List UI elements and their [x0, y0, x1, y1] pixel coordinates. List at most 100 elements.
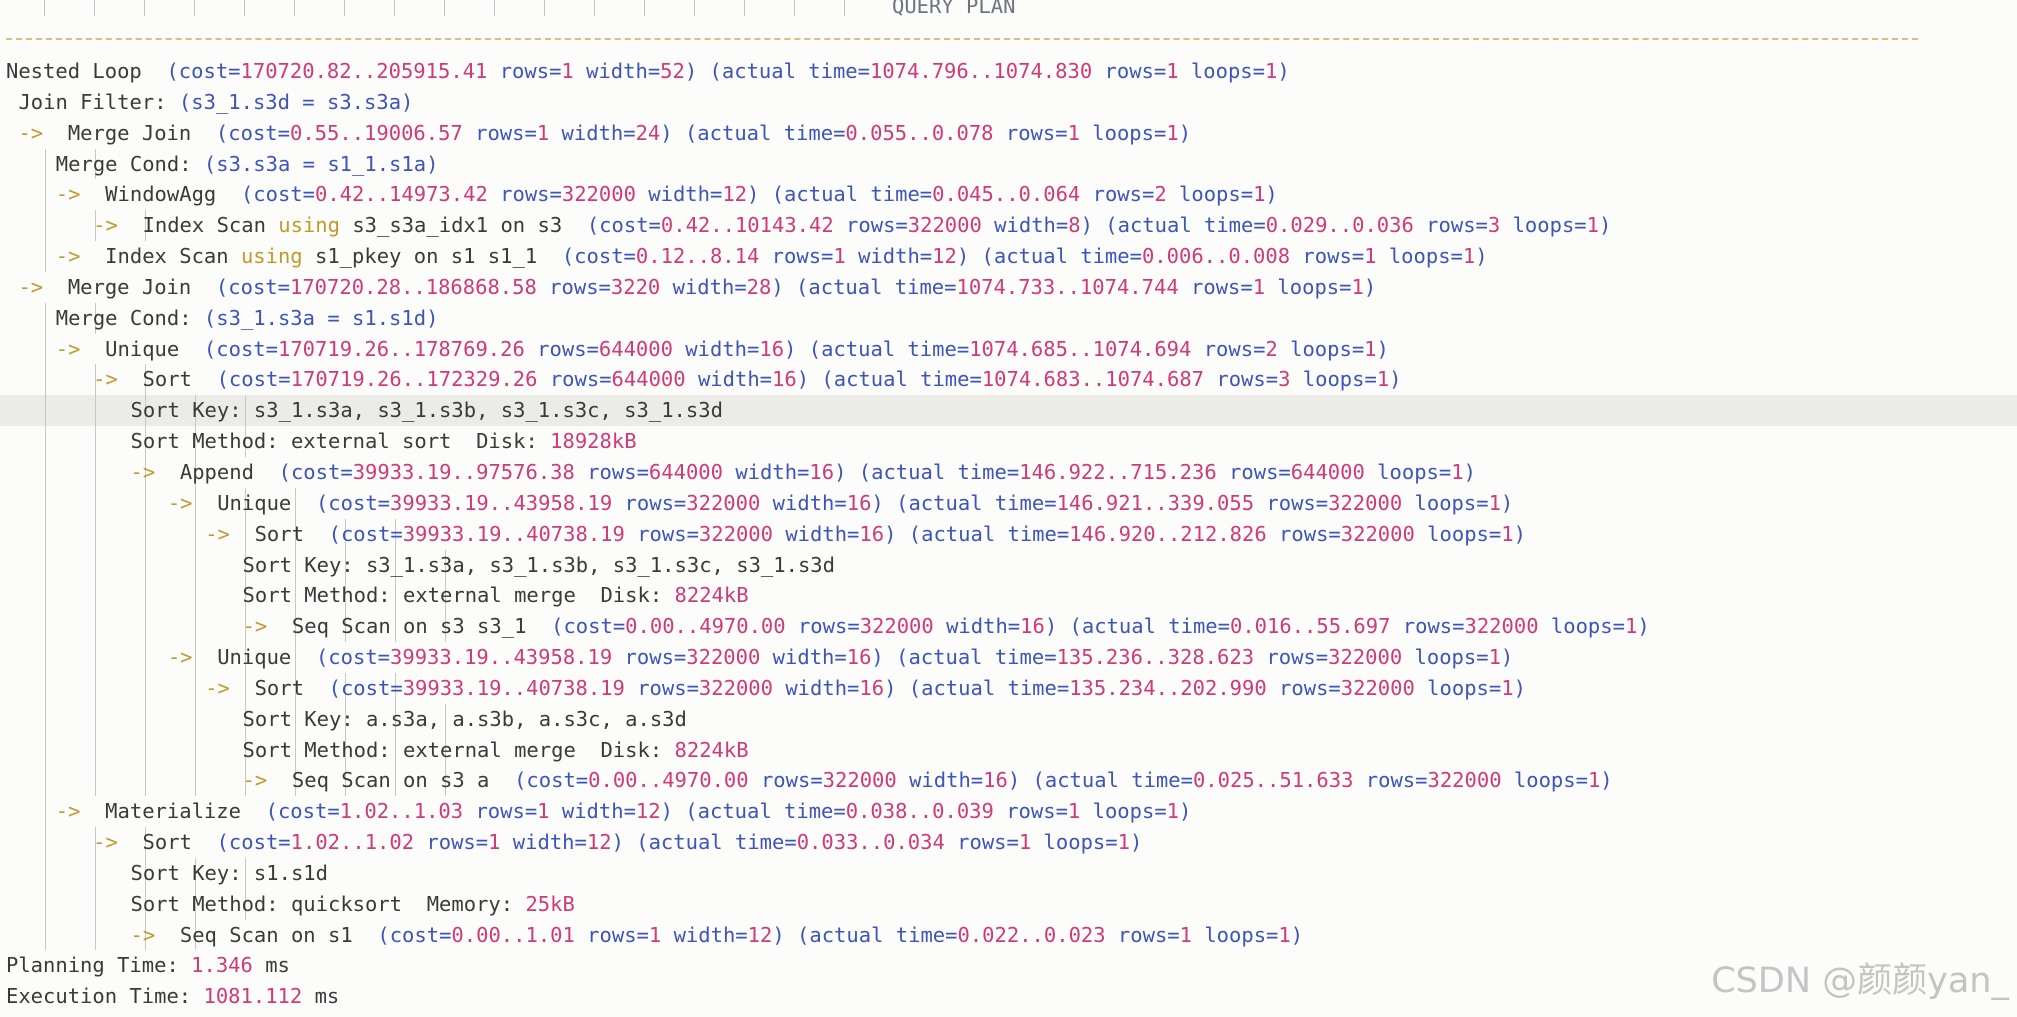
plan-token: 322000 — [822, 768, 897, 793]
plan-token: ) — [1290, 922, 1304, 947]
indent-guide — [145, 611, 146, 643]
indent-guide — [145, 518, 146, 550]
plan-token: 0.006..0.008 — [1141, 244, 1291, 269]
plan-token: rows= — [524, 336, 599, 361]
indent-guide — [45, 456, 46, 488]
plan-token: loops= — [1402, 645, 1489, 670]
plan-token: 1 — [1501, 521, 1514, 546]
plan-token: rows= — [944, 830, 1019, 855]
plan-token: Seq Scan on s3 a — [291, 768, 515, 793]
plan-token: ) — [1277, 59, 1290, 83]
plan-token: ms — [252, 953, 290, 978]
plan-token: 12 — [635, 799, 661, 824]
plan-token: Execution Time: — [6, 984, 204, 1009]
plan-token: 1 — [1278, 922, 1291, 947]
query-plan-header: QUERY PLAN — [0, 0, 1920, 24]
indent-guide — [95, 857, 96, 889]
plan-token: 12 — [722, 182, 748, 207]
plan-token: rows= — [833, 213, 908, 238]
plan-token: (cost= — [315, 490, 391, 515]
plan-row: -> Materialize (cost=1.02..1.03 rows=1 w… — [0, 796, 2017, 828]
plan-token: Nested Loop — [6, 59, 167, 83]
watermark: CSDN @颜颜yan_ — [1711, 961, 2009, 1001]
indent-guide — [45, 580, 46, 612]
plan-token: 1 — [1252, 274, 1266, 299]
plan-row-text: -> Unique (cost=170719.26..178769.26 row… — [56, 334, 1389, 365]
plan-row-text: Sort Method: external merge Disk: 8224kB — [243, 580, 749, 611]
plan-row: -> Sort (cost=1.02..1.02 rows=1 width=12… — [0, 827, 2017, 858]
plan-token: ) (actual time= — [884, 675, 1070, 700]
plan-row-text: Join Filter: (s3_1.s3d = s3.s3a) — [18, 87, 413, 118]
plan-token: width= — [772, 521, 860, 546]
plan-token: Materialize — [105, 799, 266, 824]
plan-row-text: -> Unique (cost=39933.19..43958.19 rows=… — [168, 488, 1513, 519]
indent-guide — [195, 765, 196, 797]
plan-token: Sort Key: s3_1.s3a, s3_1.s3b, s3_1.s3c, … — [242, 552, 835, 577]
plan-token: 1 — [1586, 213, 1599, 238]
plan-token: (cost= — [377, 922, 452, 947]
plan-token: ) — [1637, 614, 1650, 639]
plan-token: width= — [573, 59, 661, 83]
plan-token: 16 — [859, 675, 885, 700]
plan-token: rows= — [1080, 182, 1155, 207]
plan-token: 1 — [537, 799, 550, 824]
plan-token: Index Scan — [105, 244, 241, 269]
plan-token: 1 — [1264, 59, 1278, 83]
plan-token: 1 — [1587, 768, 1601, 793]
plan-token: 322000 — [907, 213, 982, 238]
plan-token: -> — [205, 675, 255, 700]
plan-token: 1 — [561, 59, 574, 83]
plan-token: -> — [167, 645, 218, 670]
plan-token: 1 — [1376, 367, 1390, 392]
plan-token: -> — [242, 768, 292, 793]
column-divider — [244, 0, 245, 16]
indent-guide — [45, 888, 46, 920]
plan-token: (cost= — [240, 182, 315, 207]
plan-token: (cost= — [216, 830, 291, 855]
plan-row-text: Sort Key: s3_1.s3a, s3_1.s3b, s3_1.s3c, … — [243, 550, 835, 581]
plan-token: 1 — [1253, 182, 1266, 207]
indent-guide — [45, 796, 46, 828]
plan-token: loops= — [1414, 675, 1502, 700]
plan-token: 39933.19..43958.19 — [390, 645, 613, 670]
indent-guide — [95, 549, 96, 581]
plan-token: rows= — [612, 645, 687, 670]
plan-token: 0.038..0.039 — [845, 799, 994, 824]
plan-token: rows= — [759, 244, 834, 269]
plan-token: rows= — [537, 367, 612, 392]
plan-token: 322000 — [859, 614, 934, 639]
plan-row-text: -> Merge Join (cost=170720.28..186868.58… — [18, 272, 1376, 303]
plan-token: 24 — [635, 120, 661, 145]
column-divider — [294, 0, 295, 16]
plan-token: 0.022..0.023 — [957, 922, 1106, 947]
column-divider — [344, 0, 345, 16]
plan-token: -> — [93, 830, 143, 855]
plan-row: -> Unique (cost=39933.19..43958.19 rows=… — [0, 642, 2017, 673]
indent-guide — [95, 580, 96, 612]
plan-token: rows= — [624, 521, 699, 546]
plan-row: Merge Cond: (s3.s3a = s1_1.s1a) — [0, 148, 2017, 180]
indent-guide — [95, 487, 96, 519]
plan-token: ) (actual time= — [796, 367, 982, 392]
plan-token: (cost= — [215, 120, 290, 145]
indent-guide — [45, 611, 46, 643]
plan-token: using — [240, 244, 303, 269]
plan-token: s1_pkey on s1 s1_1 — [302, 244, 562, 269]
indent-guide — [145, 642, 146, 673]
plan-token: 1 — [1624, 614, 1638, 639]
plan-token: 1.02..1.03 — [339, 799, 464, 824]
column-divider — [644, 0, 645, 16]
plan-token: 16 — [759, 336, 785, 361]
plan-token: width= — [685, 367, 773, 392]
plan-token: ) — [1363, 274, 1377, 299]
plan-token: 1 — [1067, 120, 1080, 145]
plan-token: rows= — [1266, 521, 1341, 546]
plan-token: loops= — [1178, 59, 1265, 83]
plan-token: ) — [1178, 120, 1192, 145]
plan-token: ) — [1265, 182, 1278, 207]
plan-token: loops= — [1265, 274, 1352, 299]
indent-guide — [45, 148, 46, 180]
plan-token: 1 — [536, 120, 550, 145]
plan-token: ) — [1600, 768, 1613, 793]
plan-token: 39933.19..40738.19 — [402, 675, 625, 700]
